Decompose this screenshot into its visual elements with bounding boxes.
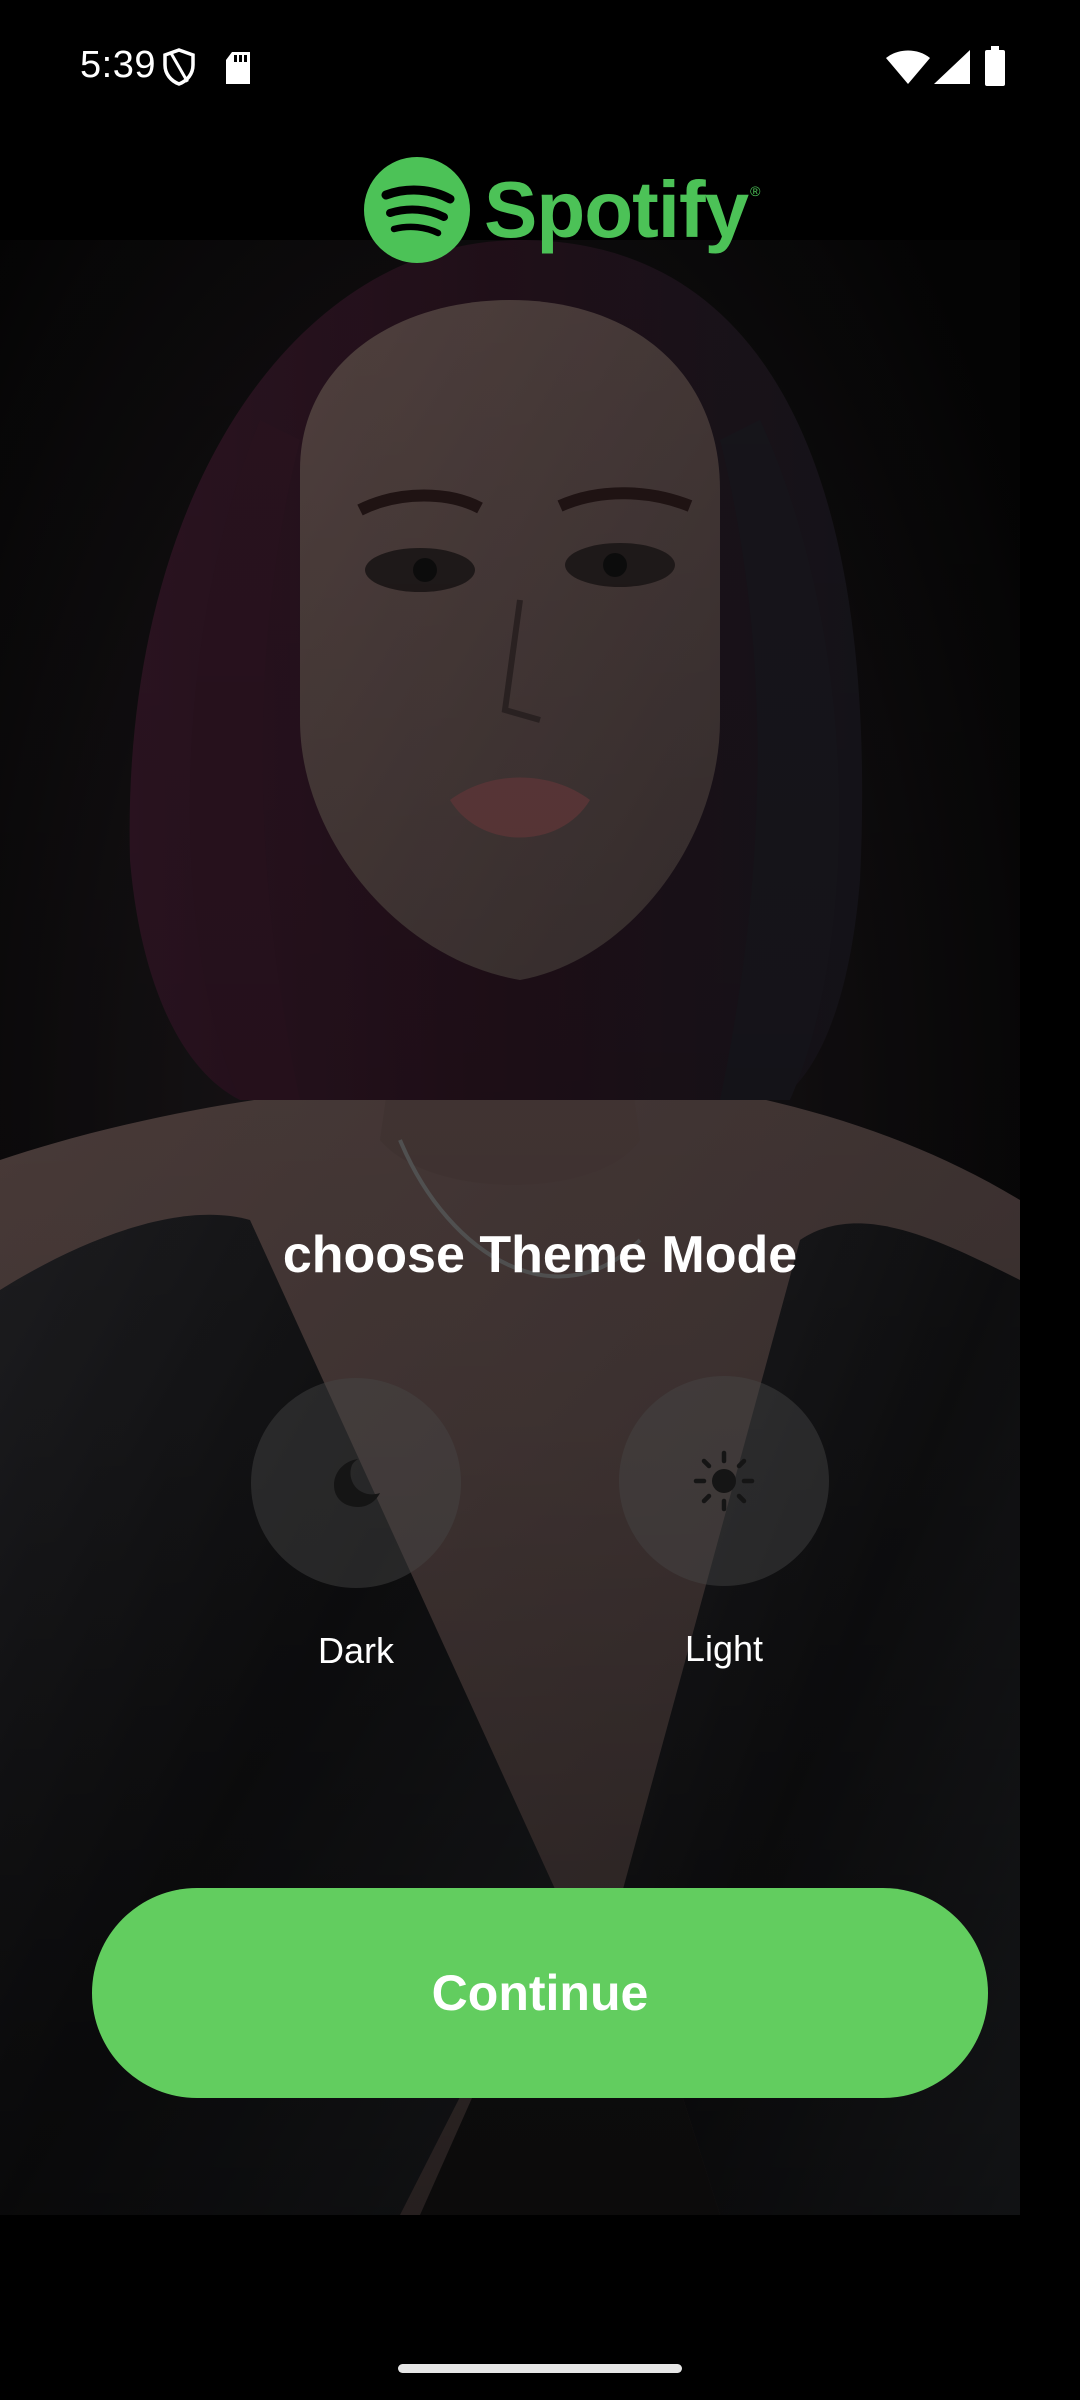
spotify-logo: Spotify ® [364, 155, 760, 265]
signal-icon [934, 50, 970, 89]
theme-label-light: Light [684, 1628, 764, 1669]
status-bar: 5:39 [0, 0, 1080, 135]
dark-mode-button[interactable] [251, 1378, 461, 1588]
theme-label-dark: Dark [317, 1630, 394, 1671]
home-indicator[interactable] [398, 2364, 682, 2373]
continue-button[interactable]: Continue [92, 1888, 988, 2098]
registered-mark: ® [750, 183, 761, 199]
screen: 5:39 Spotify ® choose Theme Mode Dark Li… [0, 0, 1080, 2400]
sun-icon [693, 1450, 755, 1512]
theme-option-light[interactable]: Light [619, 1376, 829, 1670]
light-mode-button[interactable] [619, 1376, 829, 1586]
spotify-wordmark: Spotify [484, 165, 749, 254]
wifi-icon [886, 50, 930, 89]
spotify-logo-icon [364, 157, 470, 263]
sd-card-icon [224, 52, 252, 89]
status-time: 5:39 [80, 44, 156, 86]
page-title: choose Theme Mode [282, 1226, 798, 1284]
moon-icon [334, 1459, 380, 1507]
theme-option-dark[interactable]: Dark [251, 1378, 461, 1672]
battery-icon [985, 46, 1005, 91]
shield-icon [162, 48, 196, 91]
